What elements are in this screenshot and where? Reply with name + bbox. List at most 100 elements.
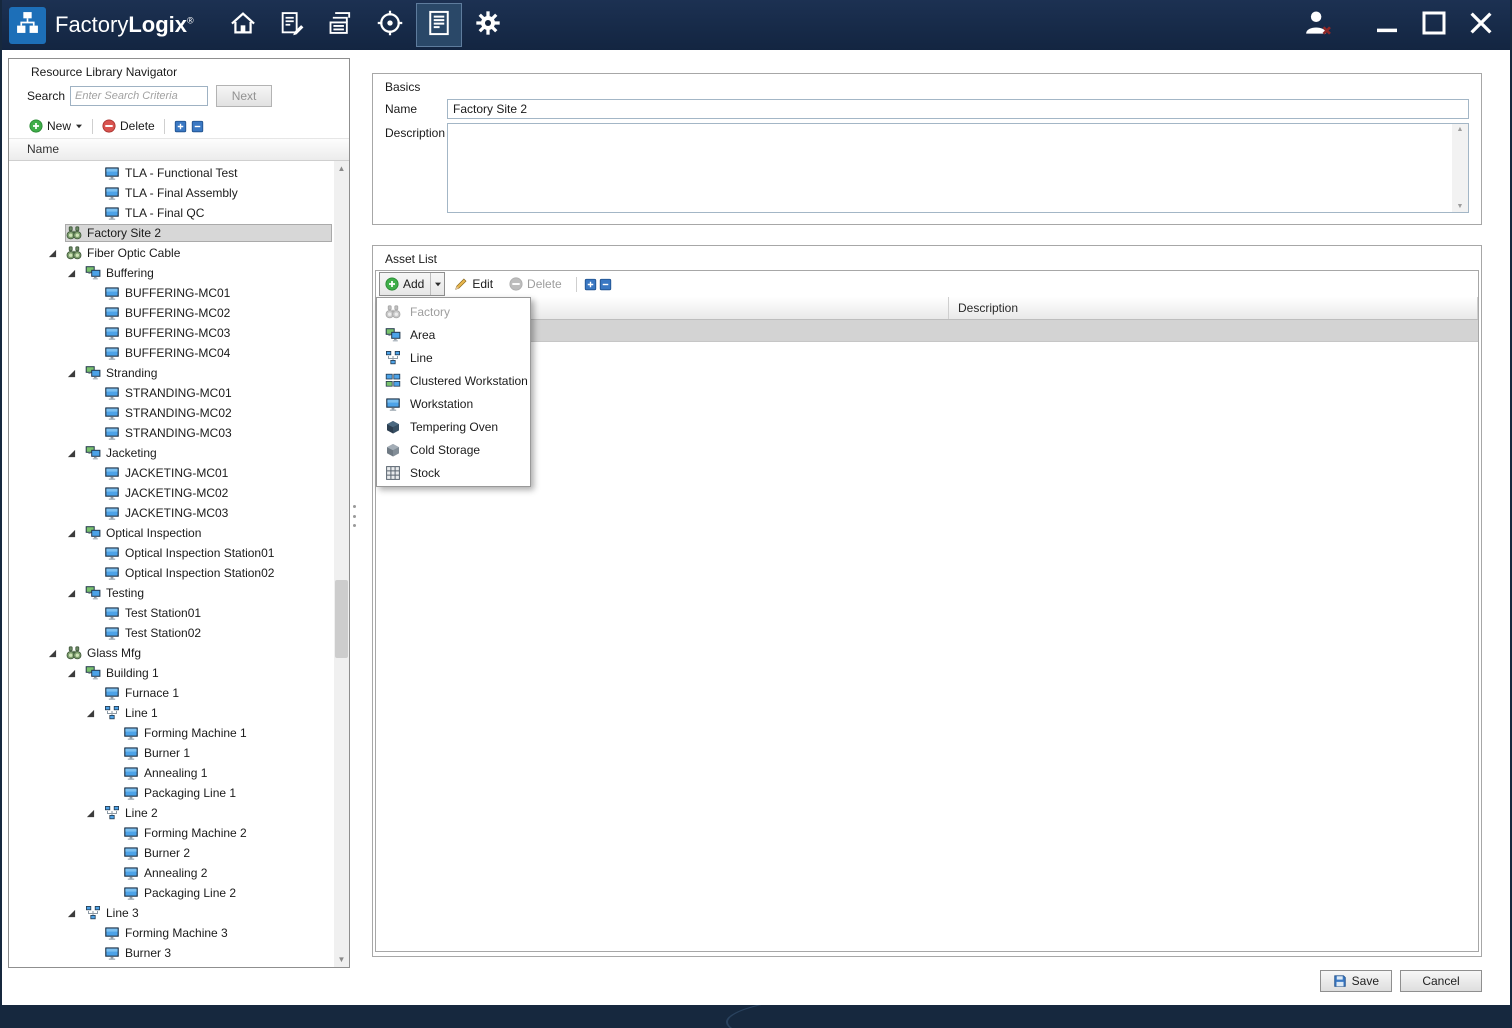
- scroll-down-icon[interactable]: ▼: [1457, 203, 1464, 210]
- expander-icon[interactable]: [67, 449, 84, 458]
- nav-home-button[interactable]: [220, 3, 266, 47]
- expander-icon[interactable]: [67, 529, 84, 538]
- tree-item[interactable]: Optical Inspection Station02: [9, 563, 349, 583]
- tree-item[interactable]: Jacketing: [9, 443, 349, 463]
- tree-item[interactable]: Line 2: [9, 803, 349, 823]
- nav-report-button[interactable]: [415, 3, 462, 47]
- tree-item[interactable]: Line 1: [9, 703, 349, 723]
- tree-item[interactable]: Fiber Optic Cable: [9, 243, 349, 263]
- tree-item[interactable]: JACKETING-MC01: [9, 463, 349, 483]
- delete-button[interactable]: Delete: [102, 119, 155, 133]
- column-header-description[interactable]: Description: [949, 297, 1478, 319]
- expander-icon[interactable]: [86, 809, 103, 818]
- tree-item[interactable]: TLA - Final Assembly: [9, 183, 349, 203]
- tree-item[interactable]: Stranding: [9, 363, 349, 383]
- expander-icon[interactable]: [48, 249, 65, 258]
- tree-item[interactable]: STRANDING-MC03: [9, 423, 349, 443]
- add-button[interactable]: Add: [379, 272, 446, 296]
- tree-item[interactable]: Forming Machine 2: [9, 823, 349, 843]
- tree-item[interactable]: BUFFERING-MC04: [9, 343, 349, 363]
- tree-item[interactable]: Annealing 1: [9, 763, 349, 783]
- textarea-scrollbar[interactable]: ▲ ▼: [1452, 124, 1468, 212]
- scrollbar-track[interactable]: [334, 176, 349, 952]
- name-input[interactable]: [447, 99, 1469, 119]
- tree-item[interactable]: Furnace 1: [9, 683, 349, 703]
- workstation-icon: [104, 165, 120, 181]
- cancel-button-label: Cancel: [1422, 974, 1460, 988]
- tree-item[interactable]: Test Station01: [9, 603, 349, 623]
- expander-icon[interactable]: [67, 369, 84, 378]
- nav-target-button[interactable]: [367, 3, 413, 47]
- tree-item[interactable]: JACKETING-MC02: [9, 483, 349, 503]
- expander-icon[interactable]: [67, 909, 84, 918]
- scroll-down-icon[interactable]: ▼: [334, 952, 349, 967]
- collapse-all-button[interactable]: [599, 278, 612, 291]
- tree-item[interactable]: JACKETING-MC03: [9, 503, 349, 523]
- tree-item[interactable]: Test Station02: [9, 623, 349, 643]
- tree-item[interactable]: BUFFERING-MC03: [9, 323, 349, 343]
- nav-forms-button[interactable]: [269, 3, 315, 47]
- tree-item[interactable]: Burner 1: [9, 743, 349, 763]
- tree-item[interactable]: Packaging Line 2: [9, 883, 349, 903]
- tree-item[interactable]: TLA - Functional Test: [9, 163, 349, 183]
- tree-item[interactable]: Line 3: [9, 903, 349, 923]
- tree-item[interactable]: STRANDING-MC01: [9, 383, 349, 403]
- tree-item[interactable]: Factory Site 2: [9, 223, 349, 243]
- expander-icon[interactable]: [48, 649, 65, 658]
- tree-item[interactable]: Packaging Line 1: [9, 783, 349, 803]
- add-menu-item-stock[interactable]: Stock: [377, 461, 530, 484]
- minimize-button[interactable]: [1370, 8, 1404, 42]
- tree-item-label: Packaging Line 1: [144, 786, 237, 800]
- add-menu-item-workstation[interactable]: Workstation: [377, 392, 530, 415]
- add-menu-item-line[interactable]: Line: [377, 346, 530, 369]
- new-button[interactable]: New: [29, 119, 83, 133]
- menu-item-label: Factory: [410, 304, 451, 319]
- expander-icon[interactable]: [67, 589, 84, 598]
- tree-item[interactable]: Optical Inspection: [9, 523, 349, 543]
- expander-icon[interactable]: [67, 669, 84, 678]
- expander-icon[interactable]: [86, 709, 103, 718]
- add-menu-item-tempering-oven[interactable]: Tempering Oven: [377, 415, 530, 438]
- user-signout-button[interactable]: [1301, 8, 1335, 42]
- panel-splitter[interactable]: [350, 50, 359, 1005]
- scroll-up-icon[interactable]: ▲: [334, 161, 349, 176]
- selected-asset-row[interactable]: [376, 320, 1478, 342]
- tree-item[interactable]: Testing: [9, 583, 349, 603]
- expand-all-button[interactable]: [584, 278, 597, 291]
- add-menu-item-area[interactable]: Area: [377, 323, 530, 346]
- tree-item[interactable]: TLA - Final QC: [9, 203, 349, 223]
- tree-column-header[interactable]: Name: [9, 138, 349, 161]
- maximize-button[interactable]: [1417, 8, 1451, 42]
- collapse-all-button[interactable]: [191, 120, 204, 133]
- tree-item[interactable]: Building 1: [9, 663, 349, 683]
- tree-item[interactable]: BUFFERING-MC02: [9, 303, 349, 323]
- expander-icon[interactable]: [67, 269, 84, 278]
- description-input[interactable]: [448, 124, 1452, 212]
- tree-item[interactable]: Optical Inspection Station01: [9, 543, 349, 563]
- tree-item[interactable]: Forming Machine 1: [9, 723, 349, 743]
- add-menu-item-clustered-workstation[interactable]: Clustered Workstation: [377, 369, 530, 392]
- search-input[interactable]: [70, 86, 209, 106]
- tree-item[interactable]: Buffering: [9, 263, 349, 283]
- cancel-button[interactable]: Cancel: [1400, 970, 1482, 992]
- next-button[interactable]: Next: [216, 85, 273, 107]
- nav-documents-button[interactable]: [318, 3, 364, 47]
- save-button[interactable]: Save: [1319, 970, 1392, 992]
- tree-item[interactable]: STRANDING-MC02: [9, 403, 349, 423]
- tree-item[interactable]: Glass Mfg: [9, 643, 349, 663]
- tree-item[interactable]: Forming Machine 3: [9, 923, 349, 943]
- expand-all-button[interactable]: [174, 120, 187, 133]
- tree-item[interactable]: Burner 2: [9, 843, 349, 863]
- tree-scrollbar[interactable]: ▲ ▼: [334, 161, 349, 967]
- tree-item[interactable]: BUFFERING-MC01: [9, 283, 349, 303]
- add-menu-item-cold-storage[interactable]: Cold Storage: [377, 438, 530, 461]
- add-dropdown-toggle[interactable]: [430, 273, 444, 295]
- tree-item[interactable]: Annealing 2: [9, 863, 349, 883]
- scrollbar-thumb[interactable]: [335, 579, 348, 658]
- tree-item[interactable]: Burner 3: [9, 943, 349, 963]
- close-button[interactable]: [1464, 8, 1498, 42]
- workstation-icon: [104, 625, 120, 641]
- nav-gear-button[interactable]: [465, 3, 511, 47]
- scroll-up-icon[interactable]: ▲: [1457, 126, 1464, 133]
- edit-button[interactable]: Edit: [447, 273, 500, 295]
